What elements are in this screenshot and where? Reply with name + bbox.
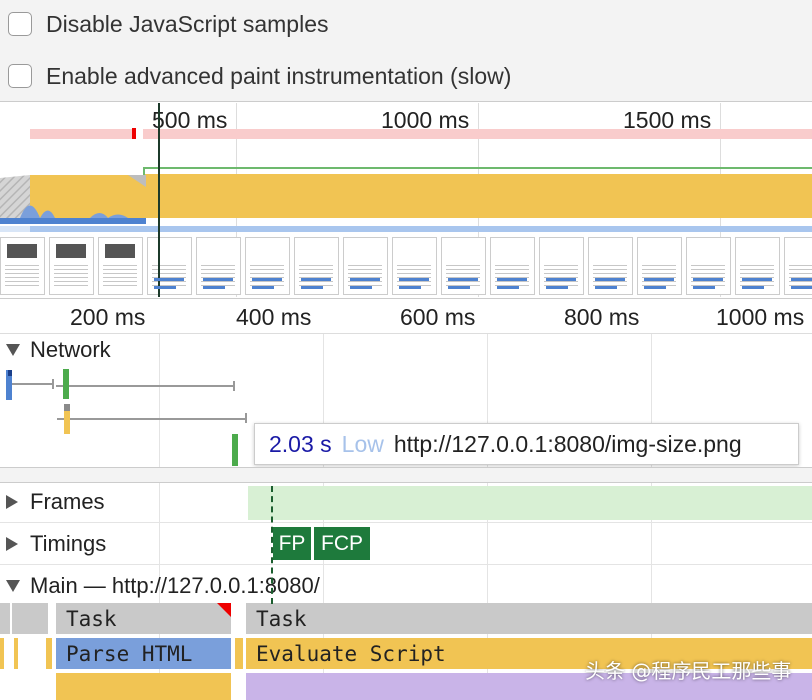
- network-request-waiting: [64, 404, 70, 411]
- network-request-cap: [245, 413, 247, 423]
- flame-row-tasks: Task Task: [0, 603, 812, 635]
- screenshot-frame[interactable]: [784, 237, 812, 295]
- script-slice[interactable]: [14, 638, 18, 669]
- disable-js-samples-label: Disable JavaScript samples: [46, 10, 329, 37]
- network-overview-bar: [30, 226, 812, 232]
- ruler-tick: 600 ms: [400, 304, 476, 330]
- tooltip-duration: 2.03 s: [269, 430, 332, 457]
- advanced-paint-label: Enable advanced paint instrumentation (s…: [46, 62, 512, 89]
- frames-track-header[interactable]: Frames: [6, 489, 105, 515]
- fps-bar: [30, 129, 134, 139]
- row-separator: [0, 522, 812, 523]
- script-slice[interactable]: [0, 638, 4, 669]
- timings-track-label: Timings: [30, 531, 107, 556]
- screenshot-frame[interactable]: [98, 237, 143, 295]
- collapse-triangle-icon[interactable]: [6, 495, 18, 509]
- network-track-header[interactable]: Network: [6, 337, 111, 363]
- fps-bar: [143, 129, 812, 139]
- frames-track-label: Frames: [30, 489, 105, 514]
- main-track-label: Main — http://127.0.0.1:8080/: [30, 573, 320, 598]
- tooltip-url: http://127.0.0.1:8080/img-size.png: [393, 430, 742, 457]
- screenshot-filmstrip[interactable]: [0, 237, 812, 297]
- network-request-line: [56, 385, 63, 387]
- time-ruler: 200 ms 400 ms 600 ms 800 ms 1000 ms: [0, 298, 812, 334]
- long-task-warning-icon: [217, 603, 231, 617]
- network-request-line: [69, 418, 245, 420]
- timings-track-header[interactable]: Timings: [6, 531, 106, 557]
- screenshot-frame[interactable]: [637, 237, 682, 295]
- screenshot-frame[interactable]: [490, 237, 535, 295]
- network-overview-bar: [0, 218, 146, 224]
- ruler-tick: 1000 ms: [716, 304, 805, 330]
- tooltip-priority: Low: [341, 430, 384, 457]
- task-slice[interactable]: [0, 603, 10, 634]
- network-track-label: Network: [30, 337, 111, 362]
- script-slice[interactable]: [56, 673, 231, 700]
- track-divider[interactable]: [0, 467, 812, 483]
- task-slice[interactable]: Task: [56, 603, 231, 634]
- overview-cursor[interactable]: [158, 103, 160, 297]
- fcp-dashed-line: [271, 486, 273, 604]
- disable-js-samples-setting[interactable]: Disable JavaScript samples: [8, 9, 329, 39]
- ruler-tick: 200 ms: [70, 304, 146, 330]
- capture-settings-panel: Disable JavaScript samples Enable advanc…: [0, 0, 812, 102]
- task-slice[interactable]: [12, 603, 48, 634]
- screenshot-frame[interactable]: [0, 237, 45, 295]
- script-slice[interactable]: [46, 638, 52, 669]
- network-request-line: [57, 418, 64, 420]
- network-request-line: [10, 383, 53, 385]
- network-request-line: [69, 385, 233, 387]
- parse-html-slice[interactable]: Parse HTML: [56, 638, 231, 669]
- screenshot-frame[interactable]: [392, 237, 437, 295]
- timeline-overview[interactable]: 500 ms 1000 ms 1500 ms: [0, 103, 812, 297]
- collapse-triangle-icon[interactable]: [6, 537, 18, 551]
- fp-marker[interactable]: FP: [273, 527, 311, 560]
- script-slice[interactable]: [235, 638, 243, 669]
- screenshot-frame[interactable]: [735, 237, 780, 295]
- advanced-paint-setting[interactable]: Enable advanced paint instrumentation (s…: [8, 61, 511, 91]
- advanced-paint-checkbox[interactable]: [8, 64, 32, 88]
- screenshot-frame[interactable]: [196, 237, 241, 295]
- network-request-script[interactable]: [63, 369, 69, 399]
- screenshot-frame[interactable]: [49, 237, 94, 295]
- task-slice[interactable]: Task: [246, 603, 812, 634]
- network-overview-bar: [0, 226, 30, 232]
- disable-js-samples-checkbox[interactable]: [8, 12, 32, 36]
- screenshot-frame[interactable]: [441, 237, 486, 295]
- network-request-cap: [52, 379, 54, 389]
- ruler-tick: 800 ms: [564, 304, 640, 330]
- watermark-text: 头条 @程序民工那些事: [585, 659, 792, 683]
- network-request-cap: [233, 381, 235, 391]
- overview-green-line: [143, 167, 812, 169]
- fcp-marker[interactable]: FCP: [314, 527, 370, 560]
- screenshot-frame[interactable]: [686, 237, 731, 295]
- flame-chart-area[interactable]: Network 2.03 s Low http://127.0.0.1:8080…: [0, 334, 812, 700]
- screenshot-frame[interactable]: [147, 237, 192, 295]
- main-flame-chart[interactable]: Task Task Parse HTML Evaluate Script: [0, 603, 812, 700]
- network-request-tooltip: 2.03 s Low http://127.0.0.1:8080/img-siz…: [254, 423, 799, 465]
- frames-bar[interactable]: [248, 486, 812, 520]
- screenshot-frame[interactable]: [539, 237, 584, 295]
- expand-triangle-icon[interactable]: [6, 344, 20, 356]
- expand-triangle-icon[interactable]: [6, 580, 20, 592]
- network-request-waiting: [8, 370, 12, 376]
- network-request-img-size[interactable]: [232, 434, 238, 466]
- screenshot-frame[interactable]: [294, 237, 339, 295]
- cpu-scripting-area: [145, 174, 812, 218]
- cpu-activity-chart: [0, 174, 812, 218]
- fps-drop-marker: [132, 128, 136, 139]
- screenshot-frame[interactable]: [343, 237, 388, 295]
- ruler-tick: 400 ms: [236, 304, 312, 330]
- screenshot-frame[interactable]: [245, 237, 290, 295]
- row-separator: [0, 564, 812, 565]
- screenshot-frame[interactable]: [588, 237, 633, 295]
